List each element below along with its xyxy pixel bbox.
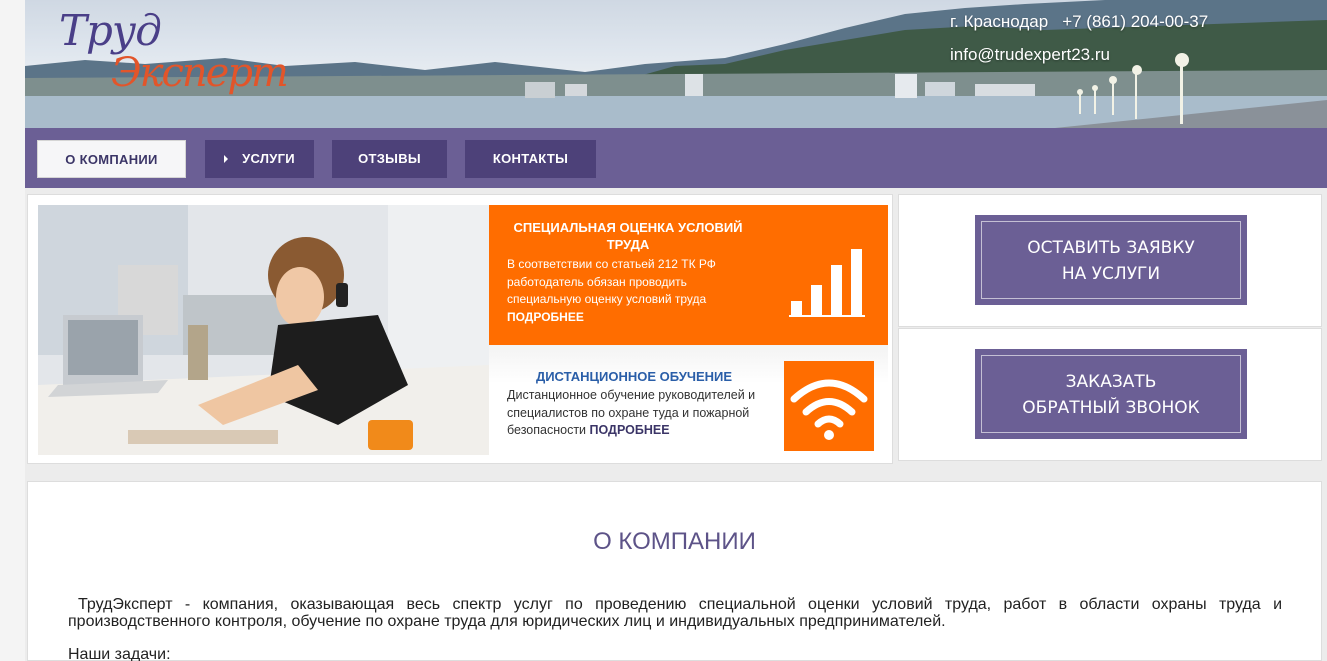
page-left-edge: [0, 0, 25, 661]
tasks-label: Наши задачи:: [68, 646, 171, 661]
promo-distance-learning[interactable]: ДИСТАНЦИОННОЕ ОБУЧЕНИЕ Дистанционное обу…: [489, 345, 888, 455]
office-woman-photo: [38, 205, 489, 455]
nav-item-label: КОНТАКТЫ: [492, 151, 569, 166]
callback-card: ЗАКАЗАТЬ ОБРАТНЫЙ ЗВОНОК: [898, 328, 1322, 461]
city-label: г. Краснодар: [950, 12, 1049, 31]
header-contacts: г. Краснодар +7 (861) 204-00-37 info@trud…: [950, 10, 1208, 76]
more-link[interactable]: ПОДРОБНЕЕ: [590, 423, 670, 437]
promo-title: СПЕЦИАЛЬНАЯ ОЦЕНКА УСЛОВИЙ ТРУДА: [513, 220, 743, 252]
button-line: НА УСЛУГИ: [1061, 264, 1161, 284]
nav-item-label: О КОМПАНИИ: [65, 152, 158, 167]
request-card: ОСТАВИТЬ ЗАЯВКУ НА УСЛУГИ: [898, 194, 1322, 327]
nav-item-label: УСЛУГИ: [242, 151, 295, 166]
logo-text-trud: Труд: [59, 6, 162, 55]
main-navigation: О КОМПАНИИ УСЛУГИ ОТЗЫВЫ КОНТАКТЫ: [25, 128, 1327, 188]
promo-special-assessment[interactable]: СПЕЦИАЛЬНАЯ ОЦЕНКА УСЛОВИЙ ТРУДА В соотв…: [489, 205, 888, 345]
nav-item-reviews[interactable]: ОТЗЫВЫ: [332, 140, 447, 178]
logo-text-expert: Эксперт: [111, 50, 289, 96]
promo-text: Дистанционное обучение руководителей и с…: [507, 387, 757, 440]
bar-chart-icon: [789, 243, 869, 317]
nav-item-label: ОТЗЫВЫ: [358, 151, 421, 166]
city-phone-row: г. Краснодар +7 (861) 204-00-37: [950, 10, 1208, 43]
office-scene-illustration: [38, 205, 489, 455]
button-line: ОБРАТНЫЙ ЗВОНОК: [1022, 398, 1200, 418]
about-title: О КОМПАНИИ: [593, 528, 756, 555]
promo-text: В соответствии со статьей 212 ТК РФ рабо…: [507, 256, 747, 326]
phone-link[interactable]: +7 (861) 204-00-37: [1062, 12, 1208, 31]
nav-item-contacts[interactable]: КОНТАКТЫ: [465, 140, 596, 178]
more-link[interactable]: ПОДРОБНЕЕ: [507, 310, 584, 324]
nav-item-about[interactable]: О КОМПАНИИ: [37, 140, 186, 178]
order-callback-button[interactable]: ЗАКАЗАТЬ ОБРАТНЫЙ ЗВОНОК: [975, 349, 1247, 439]
header-banner: Труд Эксперт г. Краснодар +7 (861) 204-00…: [25, 0, 1327, 128]
promo-title: ДИСТАНЦИОННОЕ ОБУЧЕНИЕ: [535, 369, 733, 384]
promo-slider: СПЕЦИАЛЬНАЯ ОЦЕНКА УСЛОВИЙ ТРУДА В соотв…: [27, 194, 893, 464]
email-link[interactable]: info@trudexpert23.ru: [950, 43, 1208, 76]
leave-request-button[interactable]: ОСТАВИТЬ ЗАЯВКУ НА УСЛУГИ: [975, 215, 1247, 305]
nav-item-services[interactable]: УСЛУГИ: [205, 140, 314, 178]
wifi-icon: [784, 361, 874, 451]
about-section: О КОМПАНИИ ТрудЭксперт - компания, оказы…: [27, 481, 1322, 661]
about-paragraph: ТрудЭксперт - компания, оказывающая весь…: [68, 596, 1282, 630]
submenu-arrow-icon: [224, 154, 229, 163]
promo-description: В соответствии со статьей 212 ТК РФ рабо…: [507, 257, 716, 306]
button-line: ОСТАВИТЬ ЗАЯВКУ: [1027, 238, 1195, 258]
company-logo[interactable]: Труд Эксперт: [55, 6, 295, 116]
button-line: ЗАКАЗАТЬ: [1065, 372, 1157, 392]
